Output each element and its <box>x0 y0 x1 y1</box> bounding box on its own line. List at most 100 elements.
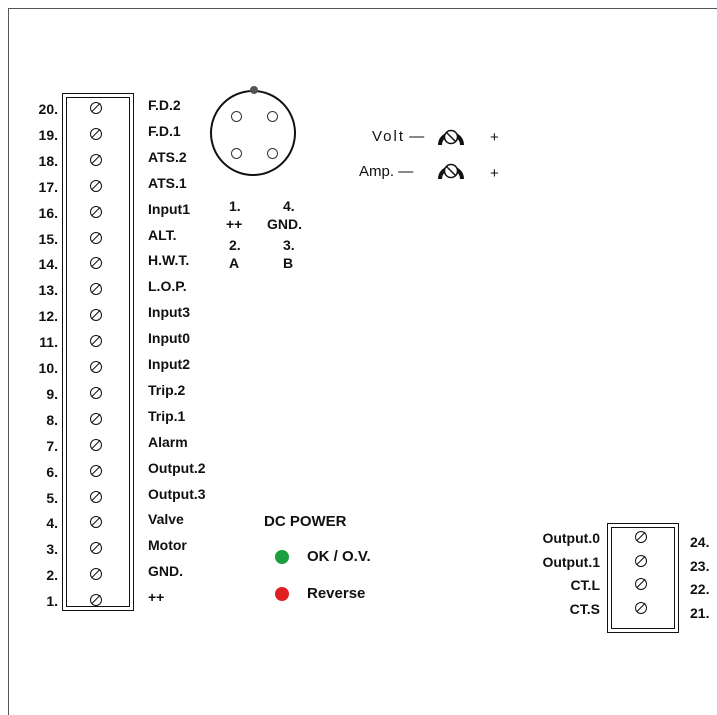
terminal-screw-icon[interactable] <box>84 226 110 252</box>
dc-power-title: DC POWER <box>264 513 347 530</box>
connector-pin1-label: ++ <box>226 216 243 232</box>
terminal-screw-icon[interactable] <box>84 355 110 381</box>
connector-pin3-label: B <box>283 255 294 271</box>
terminal-screw-icon[interactable] <box>84 303 110 329</box>
amp-adjuster: Amp. — <box>359 163 413 181</box>
reverse-indicator-label: Reverse <box>307 585 366 602</box>
terminal-number: 10. <box>38 360 58 376</box>
amp-potentiometer-icon[interactable] <box>438 157 464 183</box>
terminal-screw-icon[interactable] <box>84 329 110 355</box>
terminal-screw-icon[interactable] <box>84 459 110 485</box>
terminal-label: Output.3 <box>148 486 206 502</box>
terminal-label: ++ <box>148 589 165 605</box>
terminal-label: CT.S <box>569 601 600 617</box>
connector-pin2-number: 2. <box>229 237 241 253</box>
terminal-number: 4. <box>46 515 58 531</box>
amp-label: Amp. <box>359 163 395 180</box>
terminal-screw-icon[interactable] <box>84 536 110 562</box>
terminal-number: 20. <box>38 101 58 117</box>
terminal-screw-icon[interactable] <box>84 200 110 226</box>
terminal-label: GND. <box>148 563 183 579</box>
terminal-screw-icon[interactable] <box>629 572 655 598</box>
terminal-screw-icon[interactable] <box>84 148 110 174</box>
terminal-number: 16. <box>38 205 58 221</box>
terminal-number: 21. <box>690 605 710 621</box>
amp-plus: + <box>490 165 499 182</box>
terminal-screw-icon[interactable] <box>629 596 655 622</box>
terminal-number: 12. <box>38 308 58 324</box>
terminal-label: Motor <box>148 537 187 553</box>
volt-label: Volt <box>372 128 406 145</box>
terminal-number: 6. <box>46 464 58 480</box>
terminal-label: Output.1 <box>542 554 600 570</box>
terminal-screw-icon[interactable] <box>84 588 110 614</box>
terminal-label: F.D.1 <box>148 123 181 139</box>
amp-minus: — <box>398 163 414 180</box>
terminal-number: 3. <box>46 541 58 557</box>
terminal-screw-icon[interactable] <box>84 381 110 407</box>
terminal-screw-icon[interactable] <box>84 174 110 200</box>
terminal-number: 23. <box>690 558 710 574</box>
terminal-screw-icon[interactable] <box>629 525 655 551</box>
terminal-label: Trip.2 <box>148 382 186 398</box>
terminal-screw-icon[interactable] <box>84 277 110 303</box>
terminal-label: Valve <box>148 511 184 527</box>
terminal-number: 24. <box>690 534 710 550</box>
connector-pin4-number: 4. <box>283 198 295 214</box>
terminal-label: Alarm <box>148 434 188 450</box>
terminal-screw-icon[interactable] <box>84 485 110 511</box>
terminal-number: 7. <box>46 438 58 454</box>
terminal-number: 14. <box>38 256 58 272</box>
terminal-label: Input2 <box>148 356 190 372</box>
terminal-label: H.W.T. <box>148 252 190 268</box>
terminal-screw-icon[interactable] <box>84 122 110 148</box>
reverse-indicator-led <box>275 587 289 601</box>
terminal-number: 1. <box>46 593 58 609</box>
terminal-screw-icon[interactable] <box>84 510 110 536</box>
connector-key-notch <box>250 86 258 94</box>
terminal-label: Input3 <box>148 304 190 320</box>
terminal-screw-icon[interactable] <box>84 407 110 433</box>
connector-pin2-label: A <box>229 255 240 271</box>
terminal-label: L.O.P. <box>148 278 187 294</box>
terminal-number: 13. <box>38 282 58 298</box>
connector-pin-1 <box>231 111 242 122</box>
terminal-number: 2. <box>46 567 58 583</box>
terminal-screw-icon[interactable] <box>84 251 110 277</box>
terminal-label: Trip.1 <box>148 408 186 424</box>
terminal-screw-icon[interactable] <box>84 433 110 459</box>
four-pin-connector <box>210 86 296 176</box>
terminal-label: ATS.1 <box>148 175 187 191</box>
connector-pin-3 <box>267 148 278 159</box>
terminal-number: 8. <box>46 412 58 428</box>
terminal-label: F.D.2 <box>148 97 181 113</box>
connector-pin4-label: GND. <box>267 216 302 232</box>
terminal-number: 15. <box>38 231 58 247</box>
terminal-number: 9. <box>46 386 58 402</box>
terminal-screw-icon[interactable] <box>84 96 110 122</box>
connector-pin3-number: 3. <box>283 237 295 253</box>
ok-indicator-label: OK / O.V. <box>307 548 371 565</box>
volt-potentiometer-icon[interactable] <box>438 123 464 149</box>
volt-adjuster: Volt — <box>372 128 424 146</box>
terminal-label: ATS.2 <box>148 149 187 165</box>
terminal-label: Input0 <box>148 330 190 346</box>
terminal-screw-icon[interactable] <box>84 562 110 588</box>
connector-pin-4 <box>267 111 278 122</box>
connector-pin1-number: 1. <box>229 198 241 214</box>
terminal-number: 19. <box>38 127 58 143</box>
terminal-number: 22. <box>690 581 710 597</box>
terminal-number: 5. <box>46 490 58 506</box>
terminal-number: 17. <box>38 179 58 195</box>
terminal-number: 18. <box>38 153 58 169</box>
terminal-number: 11. <box>39 334 58 350</box>
terminal-label: Output.0 <box>542 530 600 546</box>
terminal-label: CT.L <box>570 577 600 593</box>
terminal-label: ALT. <box>148 227 177 243</box>
terminal-label: Input1 <box>148 201 190 217</box>
volt-minus: — <box>409 128 425 145</box>
terminal-label: Output.2 <box>148 460 206 476</box>
volt-plus: + <box>490 129 499 146</box>
connector-pin-2 <box>231 148 242 159</box>
ok-indicator-led <box>275 550 289 564</box>
